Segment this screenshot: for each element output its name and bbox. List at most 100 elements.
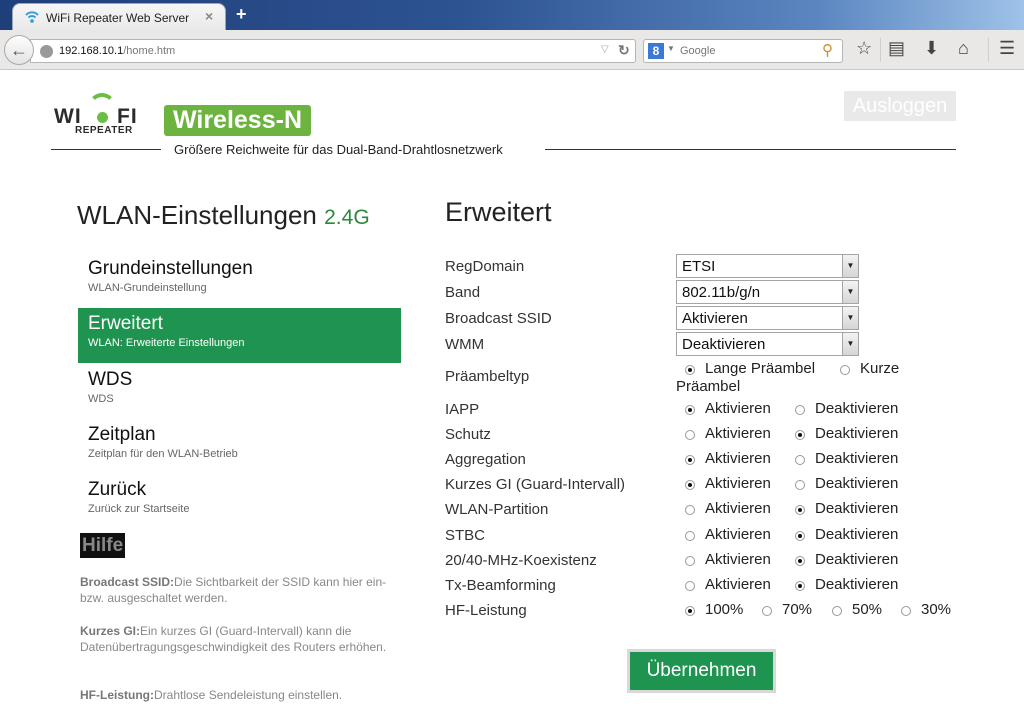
radio-dot[interactable]	[685, 405, 695, 415]
radio-deaktivieren[interactable]: Deaktivieren	[795, 550, 899, 568]
band-label: 2.4G	[324, 206, 370, 229]
radio-aktivieren[interactable]: Aktivieren	[685, 450, 771, 467]
radio-dot[interactable]	[685, 365, 695, 375]
star-icon[interactable]: ☆	[856, 38, 872, 59]
reload-icon[interactable]: ↻	[618, 42, 630, 59]
new-tab-button[interactable]: +	[236, 4, 247, 25]
field-wmm: WMM Deaktivieren ▼	[445, 332, 975, 357]
wifi-favicon-icon	[25, 11, 39, 23]
sidebar-item-wds[interactable]: WDS WDS	[78, 364, 401, 419]
radio-deaktivieren[interactable]: Deaktivieren	[795, 500, 899, 518]
radio-aktivieren[interactable]: Aktivieren	[685, 425, 771, 442]
radio-dot[interactable]	[795, 480, 805, 491]
radio-label: Aktivieren	[705, 475, 771, 493]
radio-dot[interactable]	[685, 580, 695, 591]
toolbar-separator	[880, 38, 881, 62]
radio-label: Deaktivieren	[815, 450, 899, 468]
search-placeholder: Google	[680, 45, 716, 57]
radio-power-70[interactable]: 70%	[762, 601, 812, 618]
radio-dot[interactable]	[795, 530, 805, 541]
radio-power-30[interactable]: 30%	[901, 601, 951, 618]
browser-tab[interactable]: WiFi Repeater Web Server ×	[12, 3, 226, 31]
field-radio-row: WLAN-Partition Aktivieren Deaktivieren	[445, 497, 975, 522]
radio-lange-praeambel[interactable]: Lange Präambel	[685, 360, 816, 377]
url-text[interactable]: 192.168.10.1/home.htm	[59, 45, 175, 57]
radio-deaktivieren[interactable]: Deaktivieren	[795, 450, 899, 468]
radio-dot[interactable]	[685, 606, 695, 616]
field-label: WLAN-Partition	[445, 501, 549, 519]
back-button[interactable]: ←	[4, 35, 34, 65]
broadcast-ssid-select[interactable]: Aktivieren ▼	[676, 306, 859, 330]
radio-power-50[interactable]: 50%	[832, 601, 882, 618]
radio-deaktivieren[interactable]: Deaktivieren	[795, 400, 898, 417]
chevron-down-icon[interactable]: ▼	[842, 255, 858, 277]
radio-dot[interactable]	[795, 430, 805, 441]
home-icon[interactable]: ⌂	[958, 38, 969, 59]
radio-power-100[interactable]: 100%	[685, 601, 743, 618]
radio-dot[interactable]	[795, 455, 805, 466]
radio-dot[interactable]	[685, 505, 695, 516]
radio-dot[interactable]	[840, 365, 850, 375]
radio-aktivieren[interactable]: Aktivieren	[685, 500, 771, 517]
radio-aktivieren[interactable]: Aktivieren	[685, 400, 771, 417]
help-paragraph: Kurzes GI:Ein kurzes GI (Guard-Intervall…	[80, 623, 400, 655]
radio-dot[interactable]	[832, 606, 842, 616]
radio-dot[interactable]	[685, 430, 695, 441]
field-label: Tx-Beamforming	[445, 576, 556, 594]
radio-kurze-praeambel[interactable]: Kurze	[840, 360, 899, 377]
engine-dropdown-icon[interactable]: ▼	[667, 44, 675, 53]
radio-aktivieren[interactable]: Aktivieren	[685, 575, 771, 593]
radio-label: Aktivieren	[705, 575, 771, 593]
radio-dot[interactable]	[685, 480, 695, 491]
google-engine-icon[interactable]: 8	[648, 43, 664, 59]
radio-dot[interactable]	[901, 606, 911, 616]
radio-dot[interactable]	[762, 606, 772, 616]
logout-button[interactable]: Ausloggen	[844, 91, 956, 121]
select-value: 802.11b/g/n	[682, 284, 761, 301]
clipboard-icon[interactable]: ▤	[888, 38, 905, 59]
radio-label: Lange Präambel	[705, 360, 816, 377]
sidebar-item-zurueck[interactable]: Zurück Zurück zur Startseite	[78, 474, 401, 529]
regdomain-select[interactable]: ETSI ▼	[676, 254, 859, 278]
chevron-down-icon[interactable]: ▼	[842, 307, 858, 329]
sidebar-item-grundeinstellungen[interactable]: Grundeinstellungen WLAN-Grundeinstellung	[78, 253, 401, 308]
apply-button[interactable]: Übernehmen	[627, 649, 776, 693]
magnifier-icon[interactable]: ⚲	[822, 41, 833, 59]
sidebar-item-label: WDS	[88, 369, 133, 390]
band-select[interactable]: 802.11b/g/n ▼	[676, 280, 859, 304]
radio-dot[interactable]	[795, 580, 805, 591]
radio-deaktivieren[interactable]: Deaktivieren	[795, 475, 898, 492]
menu-icon[interactable]: ☰	[999, 38, 1015, 59]
radio-aktivieren[interactable]: Aktivieren	[685, 475, 771, 493]
url-bar[interactable]: 192.168.10.1/home.htm ▽ ↻	[30, 39, 636, 63]
field-radio-row: Aggregation Aktivieren Deaktivieren	[445, 447, 975, 472]
radio-aktivieren[interactable]: Aktivieren	[685, 551, 771, 568]
field-radio-row: Tx-Beamforming Aktivieren Deaktivieren	[445, 573, 975, 598]
radio-deaktivieren[interactable]: Deaktivieren	[795, 425, 899, 443]
url-dropdown-icon[interactable]: ▽	[601, 44, 609, 55]
sidebar-item-sub: WDS	[88, 393, 114, 405]
radio-deaktivieren[interactable]: Deaktivieren	[795, 576, 898, 593]
radio-label: Deaktivieren	[815, 550, 899, 568]
sidebar-item-zeitplan[interactable]: Zeitplan Zeitplan für den WLAN-Betrieb	[78, 419, 401, 474]
chevron-down-icon[interactable]: ▼	[842, 333, 858, 355]
radio-label: Deaktivieren	[815, 425, 899, 443]
tab-close-icon[interactable]: ×	[205, 8, 213, 24]
download-icon[interactable]: ⬇	[924, 38, 939, 59]
chevron-down-icon[interactable]: ▼	[842, 281, 858, 303]
radio-label: Deaktivieren	[815, 500, 899, 518]
radio-deaktivieren[interactable]: Deaktivieren	[795, 526, 898, 543]
radio-aktivieren[interactable]: Aktivieren	[685, 526, 771, 543]
radio-dot[interactable]	[795, 555, 805, 566]
wmm-select[interactable]: Deaktivieren ▼	[676, 332, 859, 356]
radio-dot[interactable]	[795, 505, 805, 516]
search-bar[interactable]: 8 ▼ Google ⚲	[643, 39, 843, 63]
radio-dot[interactable]	[685, 530, 695, 541]
radio-label-wrap: Präambel	[676, 378, 741, 395]
field-regdomain: RegDomain ETSI ▼	[445, 254, 975, 279]
help-button[interactable]: Hilfe	[80, 533, 126, 558]
radio-dot[interactable]	[685, 455, 695, 466]
radio-dot[interactable]	[685, 555, 695, 566]
sidebar-item-erweitert[interactable]: Erweitert WLAN: Erweiterte Einstellungen	[78, 308, 401, 363]
radio-dot[interactable]	[795, 405, 805, 415]
